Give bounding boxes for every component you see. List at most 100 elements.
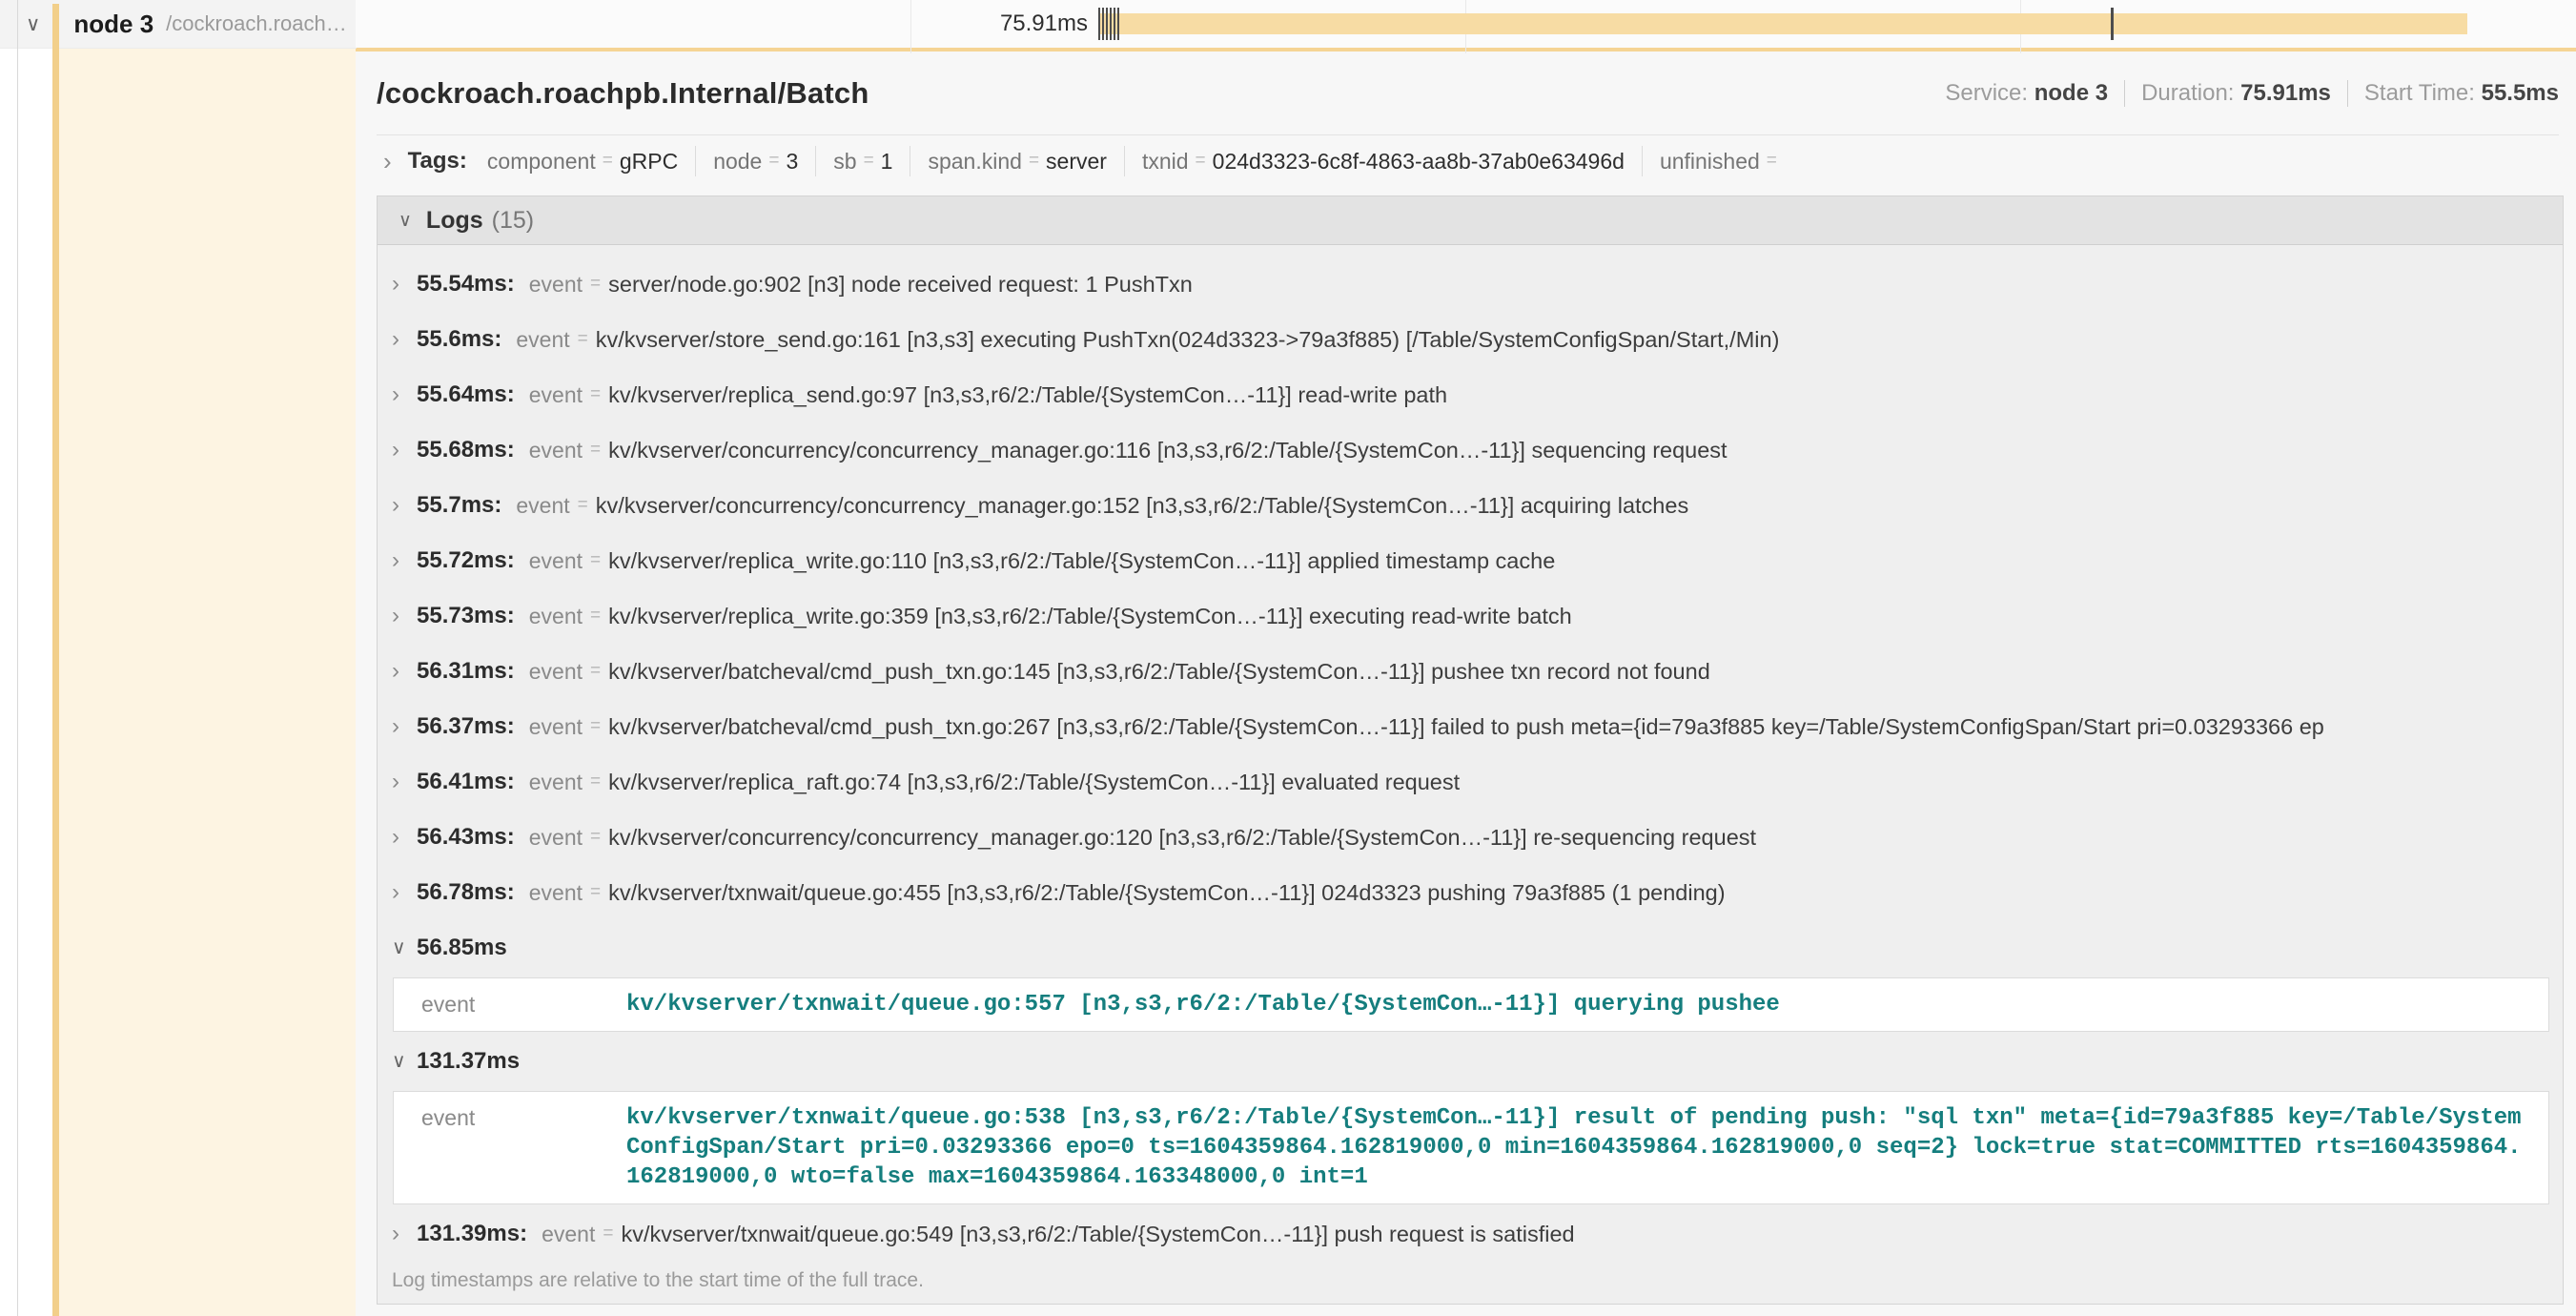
log-row[interactable]: ›56.78ms:event=kv/kvserver/txnwait/queue…: [392, 865, 2549, 920]
timeline-gridline: [910, 0, 911, 53]
tag-key: span.kind: [928, 149, 1021, 175]
log-marker-tick: [2111, 8, 2114, 40]
log-row[interactable]: ›55.68ms:event=kv/kvserver/concurrency/c…: [392, 422, 2549, 478]
chevron-down-icon[interactable]: ∨: [399, 212, 412, 230]
log-field-key: event: [542, 1222, 595, 1247]
log-row[interactable]: ›55.73ms:event=kv/kvserver/replica_write…: [392, 588, 2549, 644]
overview-stat: Start Time: 55.5ms: [2364, 80, 2559, 107]
log-row[interactable]: ›55.72ms:event=kv/kvserver/replica_write…: [392, 533, 2549, 588]
log-marker-tick: [1098, 8, 1100, 40]
span-row[interactable]: ∨ node 3 /cockroach.roach… 75.91ms: [0, 0, 2576, 48]
tag-key: node: [713, 149, 762, 175]
tag-item[interactable]: node=3: [713, 149, 798, 175]
log-field-key: event: [516, 493, 569, 519]
equals-sign: =: [590, 827, 601, 848]
log-message: kv/kvserver/replica_raft.go:74 [n3,s3,r6…: [608, 770, 1460, 795]
log-message: kv/kvserver/replica_write.go:110 [n3,s3,…: [608, 548, 1555, 574]
log-marker-tick: [1110, 8, 1112, 40]
chevron-right-icon[interactable]: ›: [392, 771, 417, 793]
chevron-right-icon[interactable]: ›: [392, 383, 417, 406]
chevron-right-icon[interactable]: ›: [392, 549, 417, 572]
tag-value: 024d3323-6c8f-4863-aa8b-37ab0e63496d: [1213, 149, 1625, 175]
chevron-right-icon[interactable]: ›: [392, 660, 417, 683]
chevron-right-icon[interactable]: ›: [392, 715, 417, 738]
log-marker-tick: [1114, 8, 1115, 40]
chevron-right-icon[interactable]: ›: [392, 494, 417, 517]
log-marker-tick: [1106, 8, 1108, 40]
span-color-tint-column: [59, 48, 356, 1316]
log-row[interactable]: ›55.64ms:event=kv/kvserver/replica_send.…: [392, 367, 2549, 422]
equals-sign: =: [590, 716, 601, 737]
log-timestamp: 55.54ms:: [417, 271, 515, 298]
tag-item[interactable]: span.kind=server: [928, 149, 1106, 175]
log-timestamp: 56.43ms:: [417, 824, 515, 851]
chevron-right-icon[interactable]: ›: [383, 149, 392, 174]
overview-stat: Service: node 3: [1945, 80, 2108, 107]
log-row[interactable]: ›56.41ms:event=kv/kvserver/replica_raft.…: [392, 754, 2549, 810]
tag-item[interactable]: component=gRPC: [487, 149, 678, 175]
log-timestamp: 131.39ms:: [417, 1221, 527, 1247]
log-field-key: event: [529, 272, 583, 298]
chevron-down-icon[interactable]: ∨: [392, 938, 417, 957]
tag-item[interactable]: txnid=024d3323-6c8f-4863-aa8b-37ab0e6349…: [1142, 149, 1625, 175]
log-field-key: event: [529, 825, 583, 851]
tag-key: unfinished: [1660, 149, 1760, 175]
chevron-right-icon[interactable]: ›: [392, 881, 417, 904]
span-timeline[interactable]: 75.91ms: [356, 0, 2576, 48]
chevron-right-icon[interactable]: ›: [392, 1223, 417, 1245]
chevron-right-icon[interactable]: ›: [392, 605, 417, 627]
chevron-right-icon[interactable]: ›: [392, 826, 417, 849]
equals-sign: =: [590, 384, 601, 405]
tree-guide-line: [17, 0, 18, 1316]
log-row-expanded-header[interactable]: ∨56.85ms: [392, 920, 2549, 976]
span-duration-bar[interactable]: [1098, 13, 2467, 34]
collapse-children-chevron-icon[interactable]: ∨: [26, 14, 40, 34]
detail-header: /cockroach.roachpb.Internal/Batch Servic…: [377, 51, 2559, 134]
log-row[interactable]: ›56.31ms:event=kv/kvserver/batcheval/cmd…: [392, 644, 2549, 699]
equals-sign: =: [1196, 151, 1206, 172]
equals-sign: =: [578, 495, 588, 516]
overview-stat-value: node 3: [2034, 80, 2108, 106]
equals-sign: =: [590, 550, 601, 571]
equals-sign: =: [1029, 151, 1039, 172]
logs-count: (15): [492, 207, 534, 235]
log-row[interactable]: ›55.7ms:event=kv/kvserver/concurrency/co…: [392, 478, 2549, 533]
equals-sign: =: [603, 151, 613, 172]
log-timestamp: 56.41ms:: [417, 769, 515, 795]
logs-footer-note: Log timestamps are relative to the start…: [392, 1269, 2563, 1292]
log-field-row: eventkv/kvserver/txnwait/queue.go:538 [n…: [394, 1103, 2548, 1192]
log-timestamp: 56.85ms: [417, 935, 507, 961]
tag-separator: [815, 146, 816, 176]
chevron-down-icon[interactable]: ∨: [392, 1052, 417, 1071]
log-field-value[interactable]: kv/kvserver/txnwait/queue.go:538 [n3,s3,…: [626, 1103, 2548, 1192]
log-row-expanded-header[interactable]: ∨131.37ms: [392, 1034, 2549, 1089]
chevron-right-icon[interactable]: ›: [392, 439, 417, 462]
tag-item[interactable]: unfinished =: [1660, 149, 1784, 175]
log-timestamp: 56.37ms:: [417, 713, 515, 740]
tag-item[interactable]: sb=1: [833, 149, 892, 175]
tag-key: sb: [833, 149, 856, 175]
log-row[interactable]: ›56.37ms:event=kv/kvserver/batcheval/cmd…: [392, 699, 2549, 754]
log-row[interactable]: ›55.54ms:event=server/node.go:902 [n3] n…: [392, 257, 2549, 312]
log-message: kv/kvserver/concurrency/concurrency_mana…: [608, 825, 1756, 851]
chevron-right-icon[interactable]: ›: [392, 328, 417, 351]
log-message: server/node.go:902 [n3] node received re…: [608, 272, 1193, 298]
log-message: kv/kvserver/replica_write.go:359 [n3,s3,…: [608, 604, 1572, 629]
logs-header[interactable]: ∨ Logs (15): [378, 196, 2563, 245]
log-marker-tick: [1117, 8, 1119, 40]
log-field-key: event: [394, 990, 626, 1018]
chevron-right-icon[interactable]: ›: [392, 273, 417, 296]
log-timestamp: 55.64ms:: [417, 381, 515, 408]
log-row[interactable]: ›56.43ms: event = kv/kvserver/concurrency/c…: [392, 810, 2549, 865]
equals-sign: =: [1767, 151, 1777, 172]
log-row[interactable]: ›55.6ms:event=kv/kvserver/store_send.go:…: [392, 312, 2549, 367]
tags-accordion[interactable]: › Tags: component=gRPCnode=3sb=1span.kin…: [383, 135, 2576, 187]
log-message: kv/kvserver/txnwait/queue.go:455 [n3,s3,…: [608, 880, 1725, 906]
log-message: kv/kvserver/txnwait/queue.go:549 [n3,s3,…: [621, 1222, 1574, 1247]
tag-value: 3: [786, 149, 798, 175]
log-field-key: event: [529, 770, 583, 795]
log-field-value[interactable]: kv/kvserver/txnwait/queue.go:557 [n3,s3,…: [626, 990, 2548, 1019]
log-row[interactable]: ›131.39ms:event=kv/kvserver/txnwait/queu…: [392, 1206, 2549, 1262]
log-timestamp: 55.6ms:: [417, 326, 501, 353]
log-timestamp: 55.7ms:: [417, 492, 501, 519]
